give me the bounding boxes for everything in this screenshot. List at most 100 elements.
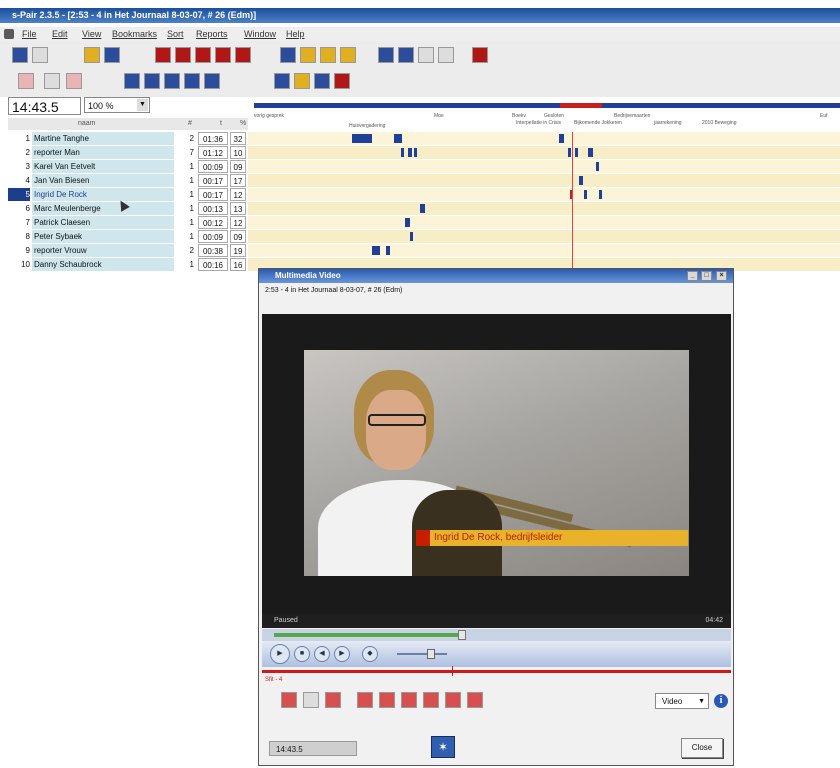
speech-segment[interactable] [568, 148, 571, 157]
speech-segment[interactable] [410, 232, 413, 241]
play-icon[interactable] [340, 47, 356, 63]
info-icon[interactable]: i [714, 694, 728, 708]
mark-in-button[interactable] [281, 692, 297, 708]
speaker-name[interactable]: Martine Tanghe [32, 132, 174, 145]
menu-sort[interactable]: Sort [167, 27, 184, 41]
table-row[interactable]: 10 Danny Schaubrock 1 00:16 16 [8, 258, 246, 272]
playhead-line[interactable] [572, 132, 573, 272]
speaker-name[interactable]: Danny Schaubrock [32, 258, 174, 271]
video-frame[interactable]: Ingrid De Rock, bedrijfsleider [262, 314, 731, 614]
close-button[interactable]: Close [681, 738, 723, 758]
print-icon[interactable] [32, 47, 48, 63]
time-display[interactable]: 14:43.5 [8, 97, 81, 115]
rewind-icon[interactable] [124, 73, 140, 89]
speech-segment[interactable] [408, 148, 412, 157]
grid-icon[interactable] [280, 47, 296, 63]
speaker-name[interactable]: Marc Meulenberge [32, 202, 174, 215]
snapshot-icon[interactable]: ✶ [431, 736, 455, 758]
step-back-icon[interactable] [144, 73, 160, 89]
close-icon[interactable]: × [716, 271, 727, 281]
speaker-name[interactable]: Jan Van Biesen [32, 174, 174, 187]
seek-bar[interactable] [262, 629, 731, 641]
prev-mark-icon[interactable] [18, 73, 34, 89]
speaker-name[interactable]: reporter Vrouw [32, 244, 174, 257]
speech-segment[interactable] [599, 190, 602, 199]
step-back-button[interactable] [401, 692, 417, 708]
timeline-row[interactable] [248, 146, 840, 160]
speech-segment[interactable] [420, 204, 425, 213]
step-forward-icon[interactable] [164, 73, 180, 89]
menu-file[interactable]: File [22, 27, 37, 41]
step-forward-button[interactable] [423, 692, 439, 708]
speech-segment[interactable] [579, 176, 583, 185]
fast-forward-button[interactable] [445, 692, 461, 708]
speaker-name[interactable]: Ingrid De Rock [32, 188, 174, 201]
timeline-row[interactable] [248, 244, 840, 258]
mark-icon[interactable] [175, 47, 191, 63]
topic-label[interactable]: Boekv [512, 113, 526, 119]
mark-out-button[interactable] [325, 692, 341, 708]
timeline-overview-bar[interactable] [254, 103, 840, 108]
topic-label[interactable]: Gesloten [544, 113, 564, 119]
header-name[interactable]: naam [78, 118, 96, 130]
go-start-button[interactable] [357, 692, 373, 708]
zoom-select[interactable]: 100 % ▼ [84, 97, 150, 113]
play-button[interactable]: ▶ [270, 644, 290, 664]
speech-segment[interactable] [559, 134, 564, 143]
topic-label[interactable]: jaarrekening [654, 120, 682, 126]
document-icon[interactable] [104, 47, 120, 63]
menu-bookmarks[interactable]: Bookmarks [112, 27, 157, 41]
timeline-row[interactable] [248, 230, 840, 244]
header-count[interactable]: # [188, 118, 192, 130]
speaker-timeline[interactable]: vorig gesprek Huisvergadering Moe Boekv … [248, 103, 840, 273]
speech-segment[interactable] [596, 162, 599, 171]
topic-label[interactable]: Moe [434, 113, 444, 119]
chart-icon[interactable] [378, 47, 394, 63]
menu-reports[interactable]: Reports [196, 27, 228, 41]
speaker-name[interactable]: Peter Sybaek [32, 230, 174, 243]
timeline-row[interactable] [248, 174, 840, 188]
mute-button[interactable]: ◆ [362, 646, 378, 662]
speech-segment[interactable] [584, 190, 587, 199]
header-pct[interactable]: % [240, 118, 246, 130]
speech-segment[interactable] [588, 148, 593, 157]
stop-button[interactable]: ■ [294, 646, 310, 662]
clip-range-bar[interactable] [262, 670, 731, 673]
end-icon[interactable] [204, 73, 220, 89]
record-icon[interactable] [155, 47, 171, 63]
menu-window[interactable]: Window [244, 27, 276, 41]
speaker-name[interactable]: reporter Man [32, 146, 174, 159]
fast-forward-icon[interactable] [184, 73, 200, 89]
speech-segment[interactable] [575, 148, 578, 157]
speech-segment[interactable] [414, 148, 417, 157]
topic-label[interactable]: Interpellatie in Crisis [516, 120, 561, 126]
pause-button[interactable] [303, 692, 319, 708]
topic-label[interactable]: Bijkomende Jokkeren [574, 120, 622, 126]
timeline-row[interactable] [248, 188, 840, 202]
table-row[interactable]: 2 reporter Man 7 01:12 10 [8, 146, 246, 160]
volume-knob[interactable] [427, 649, 435, 659]
table-row[interactable]: 9 reporter Vrouw 2 00:38 19 [8, 244, 246, 258]
pause-icon[interactable] [44, 73, 60, 89]
delete-segment-icon[interactable] [235, 47, 251, 63]
table-icon[interactable] [398, 47, 414, 63]
topic-label[interactable]: Bedrijvemaarten [614, 113, 650, 119]
timeline-row[interactable] [248, 160, 840, 174]
timeline-row[interactable] [248, 132, 840, 146]
rewind-button[interactable] [379, 692, 395, 708]
folder-icon[interactable] [294, 73, 310, 89]
topic-label[interactable]: Euf [820, 113, 828, 119]
stop-icon[interactable] [472, 47, 488, 63]
menu-view[interactable]: View [82, 27, 101, 41]
clip-position-marker[interactable] [452, 666, 453, 676]
seek-thumb[interactable] [458, 630, 466, 640]
speaker-name[interactable]: Patrick Claesen [32, 216, 174, 229]
menu-help[interactable]: Help [286, 27, 305, 41]
table-row[interactable]: 4 Jan Van Biesen 1 00:17 17 [8, 174, 246, 188]
header-time[interactable]: t [220, 118, 222, 130]
refresh-icon[interactable] [438, 47, 454, 63]
speaker-name[interactable]: Karel Van Eetvelt [32, 160, 174, 173]
menu-edit[interactable]: Edit [52, 27, 68, 41]
tools-icon[interactable] [418, 47, 434, 63]
speech-segment[interactable] [405, 218, 410, 227]
